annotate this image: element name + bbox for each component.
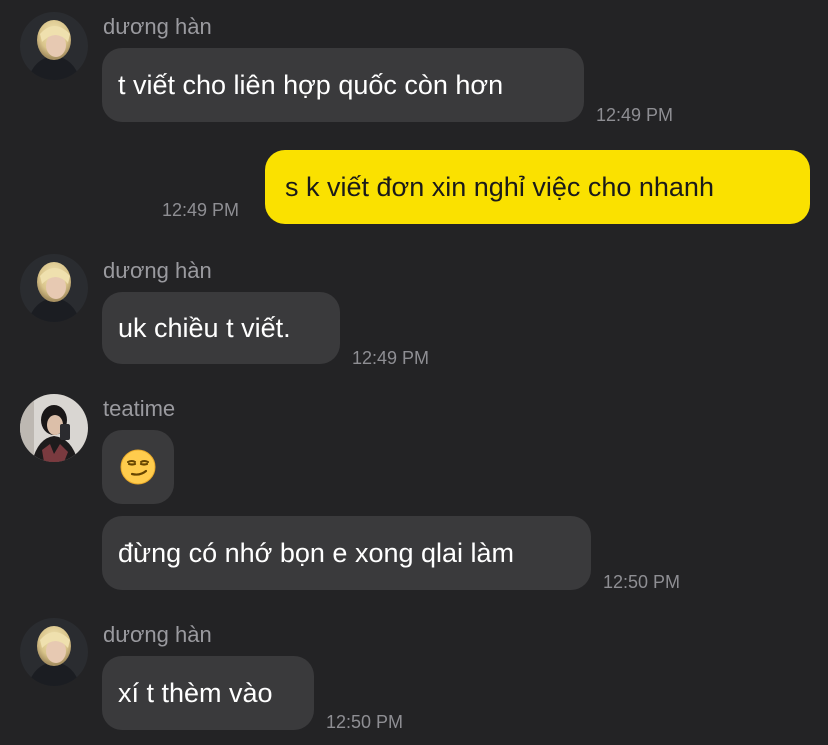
message-bubble[interactable]: t viết cho liên hợp quốc còn hơn [102, 48, 584, 122]
message-text: s k viết đơn xin nghỉ việc cho nhanh [285, 172, 714, 202]
message-bubble[interactable]: xí t thèm vào [102, 656, 314, 730]
avatar-duong-han[interactable] [20, 618, 88, 686]
avatar-image [20, 618, 88, 686]
message-text: t viết cho liên hợp quốc còn hơn [118, 70, 504, 100]
avatar-image [20, 12, 88, 80]
message-bubble[interactable]: uk chiều t viết. [102, 292, 340, 364]
avatar-teatime[interactable] [20, 394, 88, 462]
sender-name: teatime [103, 396, 176, 421]
message-timestamp: 12:50 PM [326, 712, 404, 732]
message-timestamp: 12:49 PM [352, 348, 430, 368]
message-bubble[interactable]: đừng có nhớ bọn e xong qlai làm [102, 516, 591, 590]
message-text: đừng có nhớ bọn e xong qlai làm [118, 538, 515, 568]
avatar-duong-han[interactable] [20, 254, 88, 322]
message-text: uk chiều t viết. [118, 313, 291, 343]
avatar-image [20, 254, 88, 322]
avatar-image [20, 394, 88, 462]
outgoing-message-bubble[interactable]: s k viết đơn xin nghỉ việc cho nhanh [265, 150, 810, 224]
smirking-face-emoji [120, 449, 156, 485]
message-timestamp: 12:50 PM [603, 572, 681, 592]
message-text: xí t thèm vào [118, 678, 273, 708]
sender-name: dương hàn [103, 258, 212, 283]
emoji-message-bubble[interactable] [102, 430, 174, 504]
sender-name: dương hàn [103, 622, 212, 647]
sender-name: dương hàn [103, 14, 212, 39]
avatar-duong-han[interactable] [20, 12, 88, 80]
message-timestamp: 12:49 PM [596, 105, 674, 125]
message-timestamp: 12:49 PM [162, 200, 240, 220]
